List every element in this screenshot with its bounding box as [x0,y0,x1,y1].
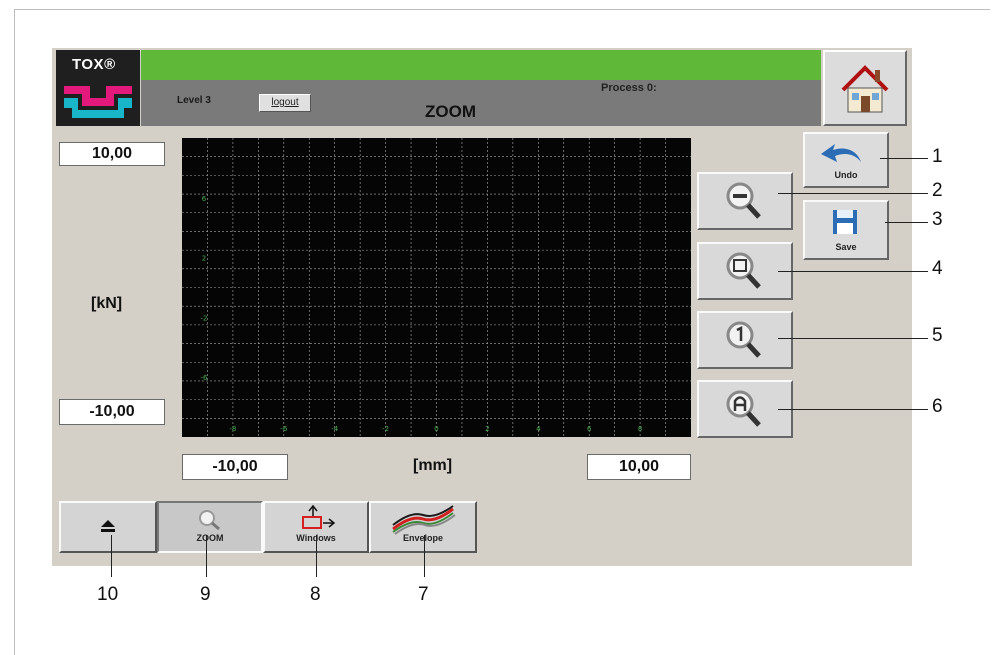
x-tick-label: 8 [638,425,642,433]
x-tick-label: -4 [331,425,339,433]
process-label: Process 0: [601,82,657,94]
callout-line-5 [778,338,928,339]
save-button[interactable]: Save [803,200,889,260]
callout-10: 10 [97,584,119,605]
x-tick-label: 4 [536,425,541,433]
x-max-field[interactable]: 10,00 [587,454,691,480]
logo-mark-icon [64,86,132,118]
y-tick-label: -6 [201,374,209,382]
y-tick-label: -2 [201,314,208,322]
undo-label: Undo [834,170,858,180]
callout-line-2 [778,193,928,194]
callout-2: 2 [932,180,943,201]
callout-line-10 [111,535,112,577]
callout-line-6 [778,409,928,410]
callout-9: 9 [200,584,211,605]
zoom-out-icon [726,182,761,219]
callout-6: 6 [932,396,943,417]
windows-icon [302,504,336,529]
tab-zoom-label: ZOOM [196,533,224,543]
y-unit-label: [kN] [91,295,123,312]
callout-8: 8 [310,584,321,605]
callout-line-8 [316,535,317,577]
level-label: Level 3 [177,95,211,106]
y-tick-label: 2 [202,255,206,263]
undo-button[interactable]: Undo [803,132,889,188]
x-unit-label: [mm] [413,457,453,474]
home-button[interactable] [823,50,907,126]
envelope-curve-icon [392,505,456,535]
tab-zoom[interactable]: ZOOM [157,501,263,553]
y-max-field[interactable]: 10,00 [59,142,165,166]
plot-grid: -8 -6 -4 -2 0 2 4 6 8 6 2 -2 -6 [182,138,691,437]
magnifier-icon [199,510,220,531]
save-icon [833,210,857,234]
undo-icon [821,144,861,162]
house-icon [841,65,889,113]
page-title: ZOOM [425,102,476,121]
save-label: Save [835,242,857,252]
callout-line-1 [880,158,928,159]
x-tick-label: -8 [229,425,236,433]
zoom-1-icon [726,321,761,358]
x-tick-label: -6 [280,425,288,433]
callout-3: 3 [932,209,943,230]
x-tick-label: 0 [434,425,438,433]
callout-line-9 [206,535,207,577]
x-tick-label: -2 [382,425,389,433]
callout-4: 4 [932,258,943,279]
logout-button[interactable]: logout [259,94,311,112]
tox-logo: TOX® [56,50,140,126]
tab-envelope-label: Envelope [402,533,443,543]
y-min-field[interactable]: -10,00 [59,399,165,425]
callout-5: 5 [932,325,943,346]
tab-envelope[interactable]: Envelope [369,501,477,553]
plot-area: -8 -6 -4 -2 0 2 4 6 8 6 2 -2 -6 [182,138,691,437]
x-tick-label: 6 [587,425,592,433]
x-min-field[interactable]: -10,00 [182,454,288,480]
zoom-1-button[interactable] [697,311,793,369]
callout-line-4 [778,271,928,272]
eject-icon [101,520,115,532]
x-tick-label: 2 [485,425,489,433]
callout-1: 1 [932,146,943,167]
header-bar: Level 3 logout ZOOM Process 0: [141,50,821,126]
callout-line-3 [885,222,928,223]
callout-line-7 [424,535,425,577]
eject-button[interactable] [59,501,157,553]
y-tick-label: 6 [202,195,207,203]
callout-7: 7 [418,584,429,605]
zoom-out-button[interactable] [697,172,793,230]
status-strip [141,50,821,80]
